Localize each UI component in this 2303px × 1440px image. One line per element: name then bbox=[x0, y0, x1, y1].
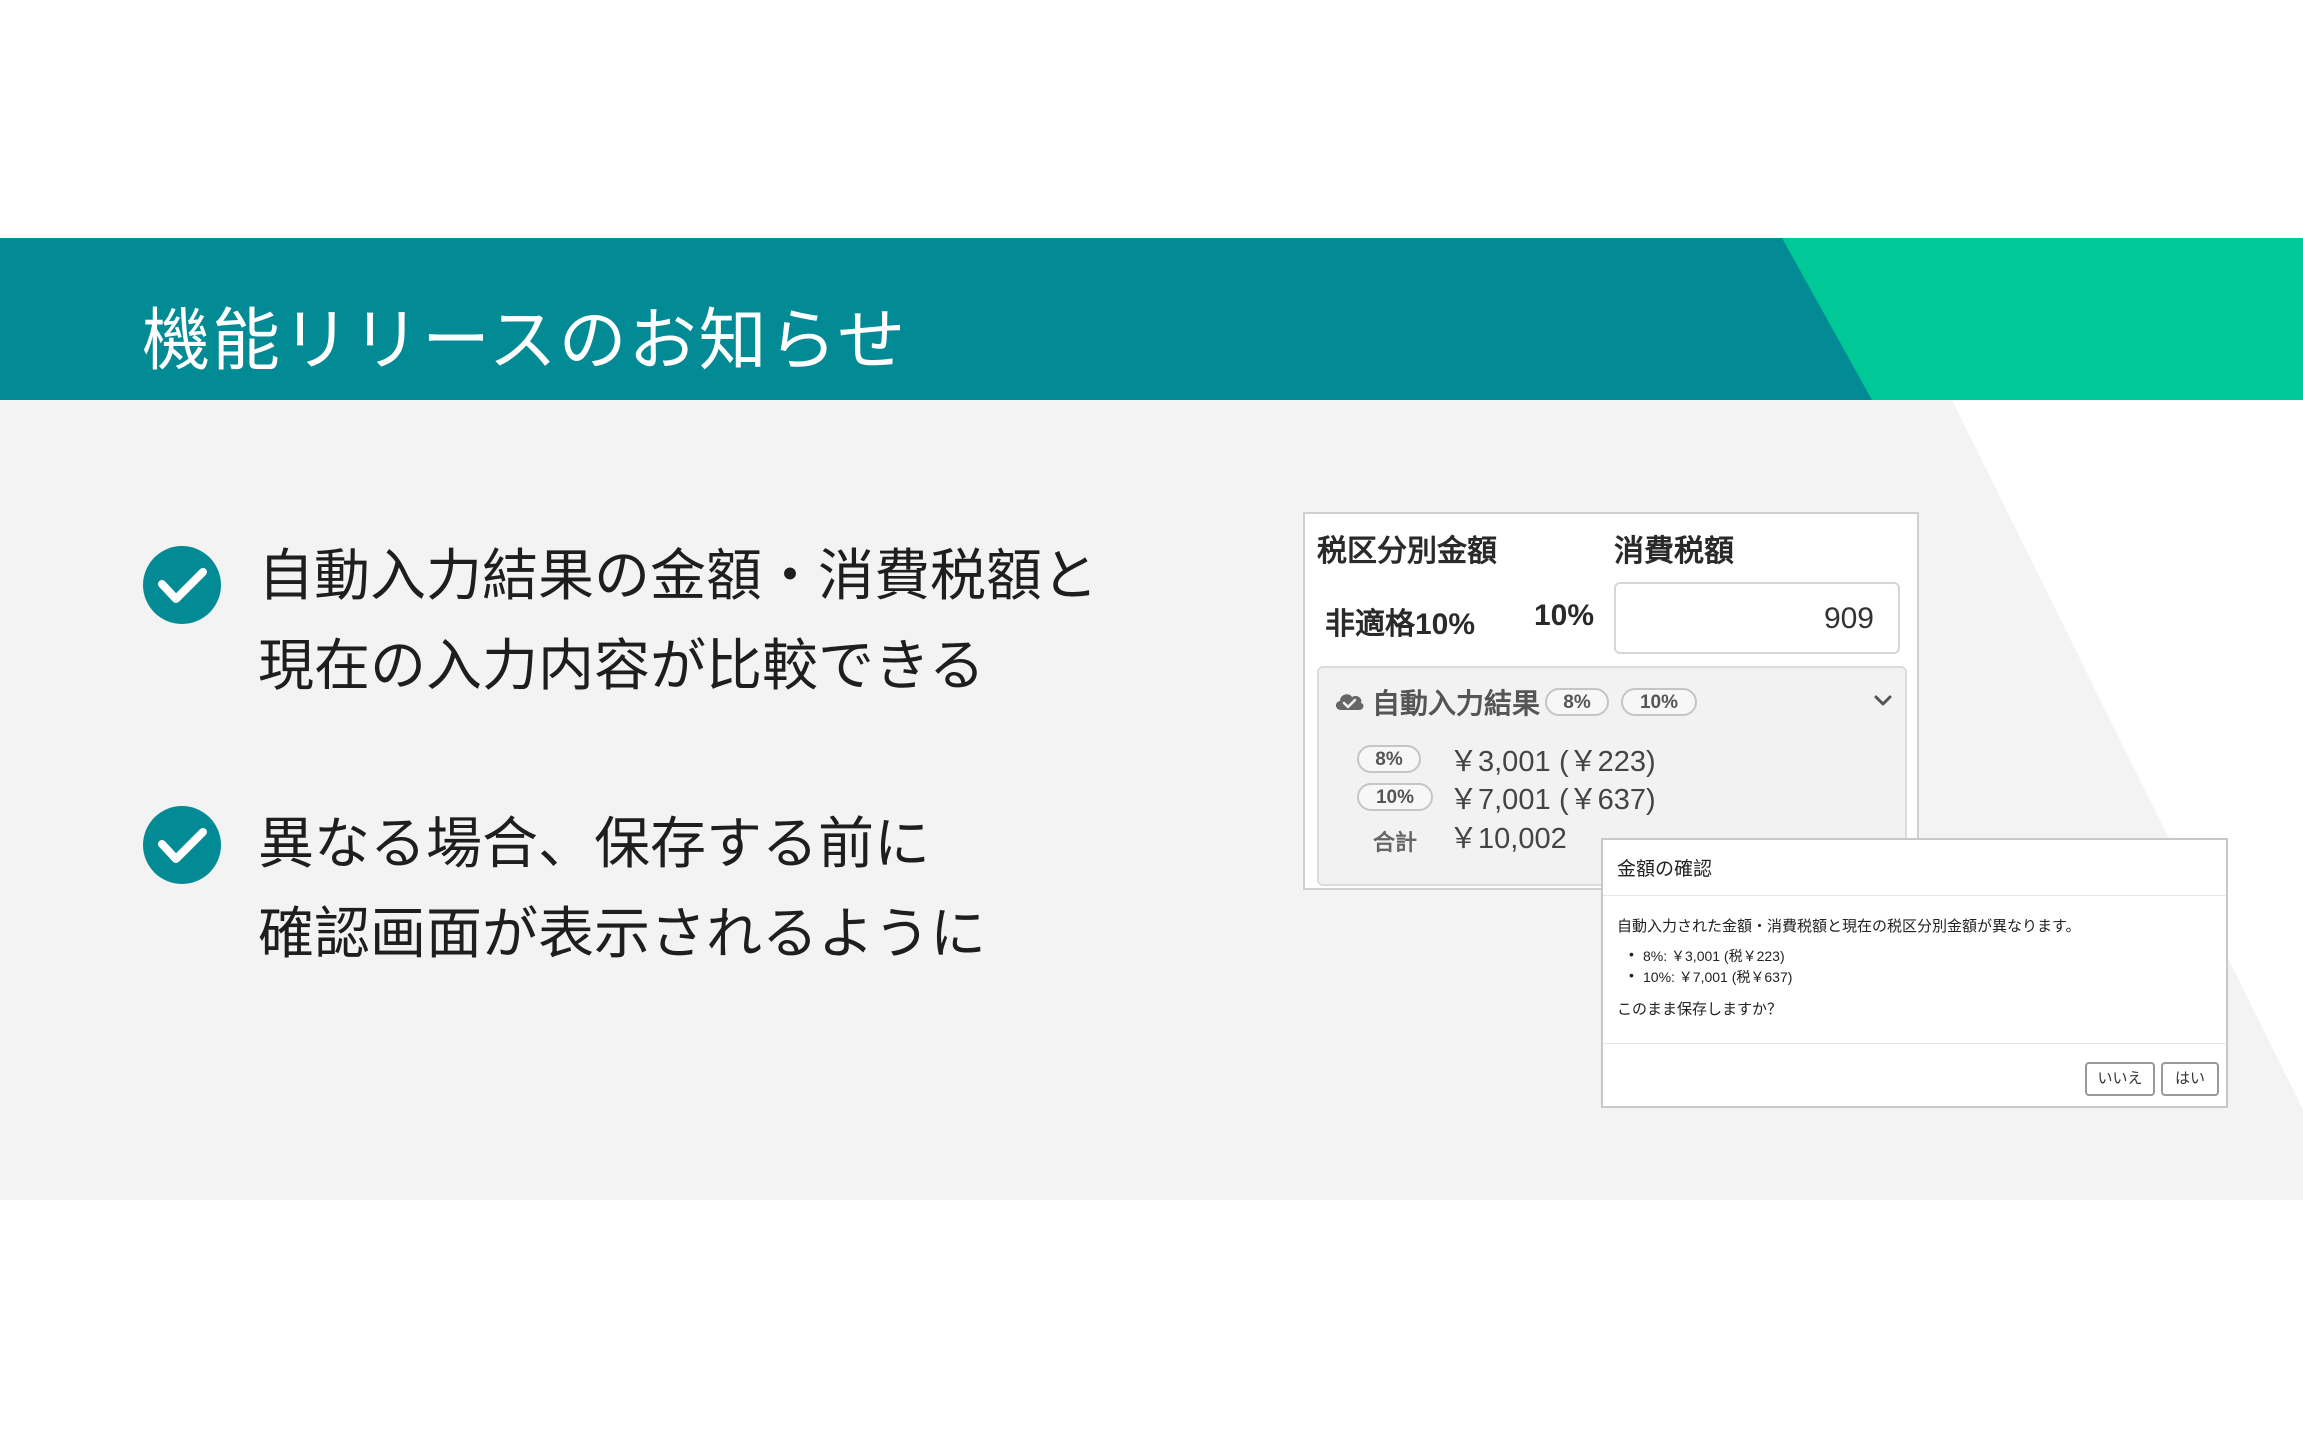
auto-result-title: 自動入力結果 bbox=[1372, 688, 1541, 719]
feature-1-line-1: 自動入力結果の金額・消費税額と bbox=[258, 544, 1098, 609]
chevron-down-icon[interactable] bbox=[1874, 694, 1892, 708]
feature-1-line-2: 現在の入力内容が比較できる bbox=[258, 634, 985, 699]
row-tax-8: (￥223) bbox=[1559, 746, 1656, 778]
no-button[interactable]: いいえ bbox=[2085, 1062, 2155, 1096]
row-rate-tag-10: 10% bbox=[1357, 783, 1433, 811]
dialog-item-8: 8%: ￥3,001 (税￥223) bbox=[1629, 946, 1785, 966]
rate-tag-8: 8% bbox=[1545, 688, 1609, 716]
row-amount-10: ￥7,001 bbox=[1449, 784, 1551, 816]
row-amount-8: ￥3,001 bbox=[1449, 746, 1551, 778]
dialog-question: このまま保存しますか？ bbox=[1617, 1001, 1783, 1018]
cloud-check-icon bbox=[1335, 694, 1364, 710]
tax-amount-panel: 税区分別金額 消費税額 非適格10% 10% 909 自動入力結果 8% 10%… bbox=[1303, 512, 1919, 890]
feature-2-line-2: 確認画面が表示されるように bbox=[258, 902, 986, 967]
check-circle-icon bbox=[143, 546, 221, 624]
row-rate-tag-8: 8% bbox=[1357, 745, 1421, 773]
tax-amount-input[interactable]: 909 bbox=[1614, 582, 1900, 654]
yes-button[interactable]: はい bbox=[2161, 1062, 2219, 1096]
confirm-dialog: 金額の確認 自動入力された金額・消費税額と現在の税区分別金額が異なります。 8%… bbox=[1601, 838, 2228, 1108]
tax-category-label: 非適格10% bbox=[1325, 608, 1476, 641]
total-label: 合計 bbox=[1373, 830, 1418, 855]
row-tax-10: (￥637) bbox=[1559, 784, 1656, 816]
dialog-item-10: 10%: ￥7,001 (税￥637) bbox=[1629, 967, 1792, 987]
feature-text-2: 異なる場合、保存する前に 確認画面が表示されるように bbox=[258, 800, 986, 980]
dialog-message: 自動入力された金額・消費税額と現在の税区分別金額が異なります。 bbox=[1617, 918, 2081, 935]
rate-tag-10: 10% bbox=[1621, 688, 1697, 716]
dialog-footer-divider bbox=[1603, 1043, 2226, 1044]
page-title: 機能リリースのお知らせ bbox=[142, 302, 908, 381]
tax-rate-label: 10% bbox=[1534, 599, 1595, 632]
feature-2-line-1: 異なる場合、保存する前に bbox=[258, 812, 930, 877]
feature-text-1: 自動入力結果の金額・消費税額と 現在の入力内容が比較できる bbox=[258, 532, 1098, 712]
total-amount: ￥10,002 bbox=[1449, 823, 1567, 855]
column-header-tax: 消費税額 bbox=[1614, 535, 1734, 568]
check-circle-icon bbox=[143, 806, 221, 884]
dialog-title: 金額の確認 bbox=[1617, 859, 1713, 880]
column-header-category-amount: 税区分別金額 bbox=[1317, 535, 1497, 568]
dialog-divider bbox=[1603, 895, 2226, 896]
